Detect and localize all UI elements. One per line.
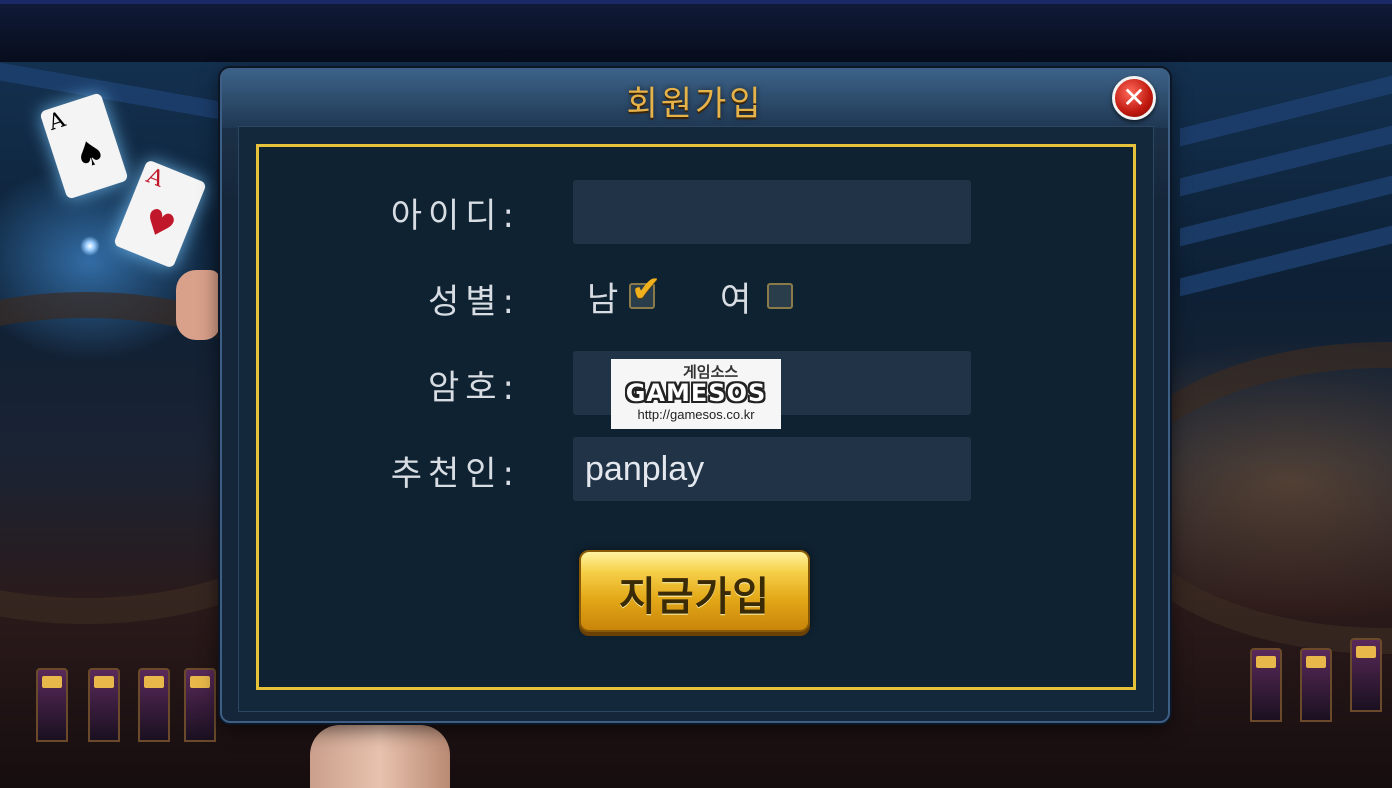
watermark-url: http://gamesos.co.kr — [637, 407, 755, 422]
password-label: 암호: — [427, 368, 520, 408]
dealer-figure — [310, 725, 450, 788]
gender-female-label: 여 — [720, 280, 752, 320]
join-now-label: 지금가입 — [618, 574, 771, 620]
top-bar — [0, 0, 1392, 62]
dealer-hand — [176, 270, 220, 340]
gender-label: 성별: — [427, 282, 520, 322]
slot-machine — [1300, 648, 1332, 722]
id-label: 아이디: — [390, 196, 520, 236]
slot-machine — [184, 668, 216, 742]
spade-icon: ♠ — [69, 130, 111, 179]
recommender-input[interactable] — [573, 437, 971, 501]
id-input[interactable] — [573, 180, 971, 244]
close-icon: ✕ — [1122, 81, 1146, 114]
slot-machine — [88, 668, 120, 742]
heart-icon: ♥ — [137, 200, 181, 249]
gender-male-checkbox[interactable]: ✔ — [629, 269, 661, 310]
recommender-label: 추천인: — [390, 454, 520, 494]
dialog-title: 회원가입 — [626, 84, 764, 124]
join-now-button[interactable]: 지금가입 — [579, 550, 810, 632]
card-rank: A — [45, 107, 69, 136]
slot-machine — [138, 668, 170, 742]
gender-female-checkbox[interactable] — [767, 283, 793, 309]
sparkle-icon — [80, 236, 100, 256]
ceiling-beam — [0, 62, 220, 120]
close-button[interactable]: ✕ — [1112, 76, 1156, 120]
gender-male-label: 남 — [587, 280, 619, 320]
slot-machine — [36, 668, 68, 742]
watermark-logo: GAMESOS — [625, 379, 767, 407]
watermark: 게임소스 GAMESOS http://gamesos.co.kr — [611, 359, 781, 429]
checkmark-icon: ✔ — [631, 269, 662, 310]
dialog-header: 회원가입 ✕ — [222, 70, 1168, 128]
card-rank: A — [143, 163, 168, 193]
slot-machine — [1350, 638, 1382, 712]
slot-machine — [1250, 648, 1282, 722]
